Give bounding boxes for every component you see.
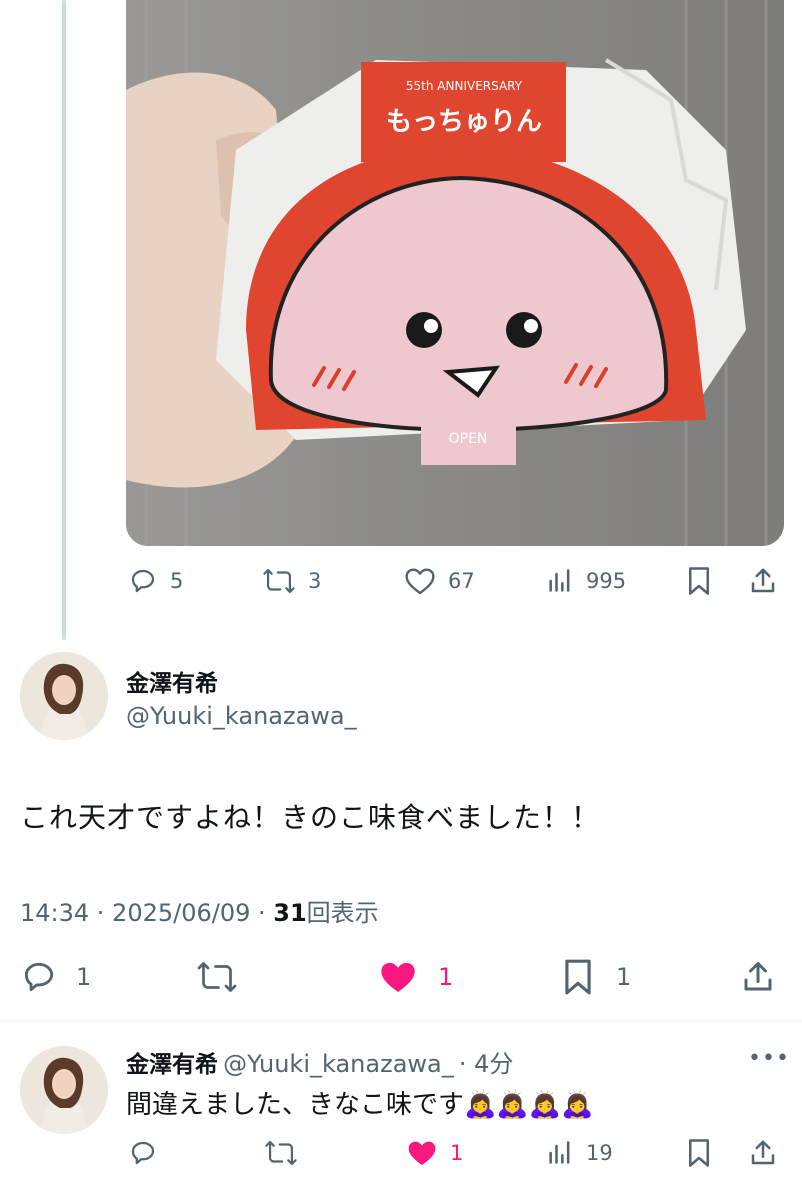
- reply-text-row: 間違えました、きなこ味です🙇‍♀️🙇‍♀️🙇‍♀️🙇‍♀️: [126, 1084, 594, 1121]
- bookmark-icon: [565, 959, 591, 995]
- more-icon[interactable]: •••: [748, 1046, 790, 1071]
- main-reply-action[interactable]: 1: [20, 958, 91, 996]
- reply-avatar[interactable]: [20, 1046, 108, 1134]
- avatar-illustration: [20, 1046, 108, 1134]
- views-number: 31: [273, 899, 307, 927]
- reply-like-count: 1: [450, 1141, 464, 1165]
- reply-time[interactable]: · 4分: [459, 1050, 514, 1078]
- retweet-icon: [265, 1140, 297, 1166]
- like-action[interactable]: 67: [404, 566, 475, 596]
- main-share-action[interactable]: [740, 958, 776, 996]
- reply-count: 5: [170, 569, 184, 593]
- tweet-text: これ天才ですよね！きのこ味食べました！！: [20, 801, 601, 834]
- main-bookmark-action[interactable]: 1: [562, 958, 631, 996]
- heart-filled-icon: [381, 962, 415, 992]
- reply-author-handle[interactable]: @Yuuki_kanazawa_: [223, 1050, 454, 1078]
- share-icon: [751, 1140, 775, 1165]
- share-action[interactable]: [748, 566, 778, 596]
- open-tab-label: OPEN: [449, 431, 488, 447]
- reply-header: 金澤有希 @Yuuki_kanazawa_ · 4分: [126, 1044, 513, 1079]
- avatar-illustration: [20, 652, 108, 740]
- reply-views-count: 19: [586, 1141, 613, 1165]
- reply-icon: [131, 1141, 155, 1165]
- main-like-count: 1: [438, 963, 454, 991]
- reply-icon: [24, 962, 54, 992]
- reply-reply-action[interactable]: [128, 1138, 158, 1168]
- main-retweet-action[interactable]: [196, 958, 238, 996]
- reply-icon: [131, 569, 155, 593]
- share-icon: [744, 962, 772, 991]
- reply-emoji: 🙇‍♀️🙇‍♀️🙇‍♀️🙇‍♀️: [464, 1090, 594, 1120]
- author-name[interactable]: 金澤有希: [126, 664, 218, 698]
- views-action[interactable]: 995: [546, 566, 626, 596]
- main-bookmark-count: 1: [616, 963, 632, 991]
- reply-share-action[interactable]: [748, 1138, 778, 1168]
- tweet-photo[interactable]: 55th ANNIVERSARY もっちゅりん OPEN: [126, 0, 784, 546]
- retweet-count: 3: [308, 569, 322, 593]
- tweet-timestamp[interactable]: 14:34 · 2025/06/09 ·: [20, 899, 273, 927]
- bookmark-icon: [689, 567, 709, 595]
- reply-author-name[interactable]: 金澤有希: [126, 1052, 218, 1078]
- reply-views-action[interactable]: 19: [546, 1138, 613, 1168]
- views-icon: [549, 569, 570, 592]
- thread-line: [62, 0, 66, 640]
- reply-like-action[interactable]: 1: [406, 1138, 463, 1168]
- retweet-icon: [263, 568, 295, 594]
- reply-bookmark-action[interactable]: [686, 1138, 712, 1168]
- reply-retweet-action[interactable]: [264, 1138, 298, 1168]
- heart-filled-icon: [408, 1141, 436, 1165]
- snack-package-illustration: 55th ANNIVERSARY もっちゅりん OPEN: [126, 0, 784, 546]
- views-label: 回表示: [306, 899, 379, 927]
- views-count: 995: [586, 569, 627, 593]
- main-like-action[interactable]: 1: [378, 958, 453, 996]
- author-handle[interactable]: @Yuuki_kanazawa_: [126, 702, 357, 730]
- retweet-action[interactable]: 3: [262, 566, 321, 596]
- bookmark-action[interactable]: [686, 566, 712, 596]
- views-icon: [549, 1141, 570, 1164]
- reply-action[interactable]: 5: [128, 566, 183, 596]
- retweet-icon: [197, 962, 237, 992]
- heart-icon: [405, 568, 435, 595]
- share-icon: [751, 568, 775, 593]
- package-label: もっちゅりん: [386, 107, 542, 137]
- like-count: 67: [448, 569, 475, 593]
- package-badge: 55th ANNIVERSARY: [406, 79, 523, 93]
- bookmark-icon: [689, 1139, 709, 1167]
- avatar[interactable]: [20, 652, 108, 740]
- reply-text: 間違えました、きなこ味です: [126, 1090, 465, 1120]
- tweet-meta: 14:34 · 2025/06/09 · 31回表示: [20, 893, 379, 928]
- divider: [0, 1020, 802, 1021]
- main-reply-count: 1: [76, 963, 92, 991]
